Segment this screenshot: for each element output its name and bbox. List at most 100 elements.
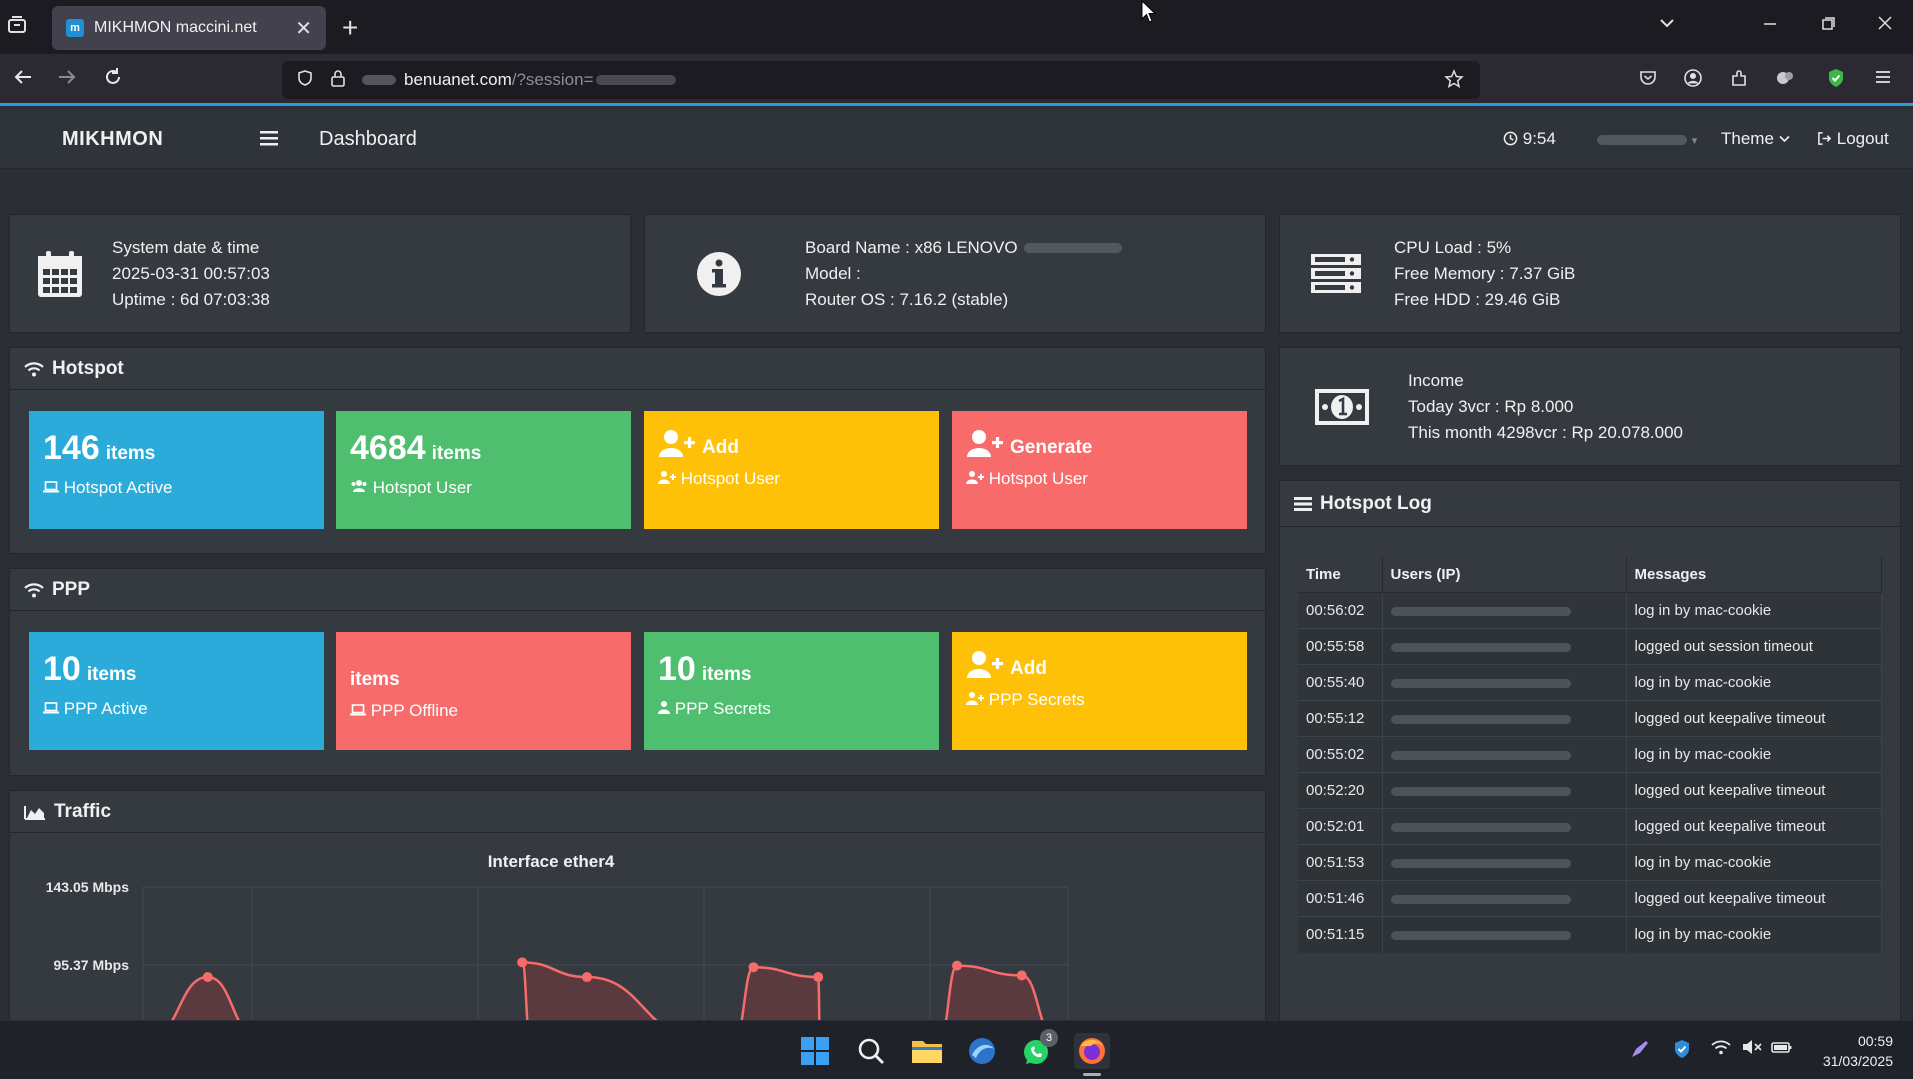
log-user <box>1382 916 1627 953</box>
bookmark-star-icon[interactable] <box>1444 69 1464 95</box>
log-user <box>1382 592 1627 629</box>
chevron-down-icon <box>1779 135 1790 143</box>
back-icon[interactable] <box>12 66 34 95</box>
browser-tab-active[interactable]: m MIKHMON maccini.net ✕ <box>52 6 326 50</box>
resource-card: CPU Load : 5% Free Memory : 7.37 GiB Fre… <box>1279 214 1901 333</box>
log-time: 00:51:53 <box>1298 844 1383 881</box>
system-datetime-label: System date & time <box>112 237 260 257</box>
menu-icon[interactable] <box>1874 68 1892 92</box>
shield-icon[interactable] <box>296 69 314 92</box>
generate-hotspot-title: Generate <box>1010 437 1093 458</box>
redacted-user-ip <box>1390 750 1571 760</box>
chart-point[interactable] <box>202 972 213 983</box>
pen-icon[interactable] <box>1630 1039 1650 1064</box>
chart-point[interactable] <box>952 960 962 971</box>
hotspot-user-tile[interactable]: 4684 items Hotspot User <box>336 411 631 529</box>
generate-hotspot-user-tile[interactable]: Generate Hotspot User <box>952 411 1247 529</box>
traffic-header: Traffic <box>10 791 1265 833</box>
table-row: 00:55:12 logged out keepalive timeout <box>1298 700 1882 737</box>
firefox-icon[interactable] <box>1074 1033 1110 1069</box>
add-hotspot-title: Add <box>702 437 739 458</box>
new-tab-button[interactable]: + <box>342 12 358 44</box>
log-time: 00:56:02 <box>1298 592 1383 629</box>
ppp-secrets-count: 10 <box>658 650 696 688</box>
hotspot-user-unit: items <box>431 443 482 464</box>
wifi-tray-icon[interactable] <box>1711 1039 1731 1060</box>
battery-icon[interactable] <box>1771 1039 1793 1060</box>
mouse-cursor-icon <box>1141 0 1157 23</box>
forward-icon[interactable] <box>56 66 78 95</box>
tab-overflow-icon[interactable] <box>1658 14 1676 38</box>
url-domain: benuanet.com <box>404 70 512 89</box>
add-ppp-secret-tile[interactable]: Add PPP Secrets <box>952 632 1247 750</box>
log-message: logged out session timeout <box>1626 628 1882 665</box>
ppp-active-tile[interactable]: 10 items PPP Active <box>29 632 324 750</box>
list-icon <box>1294 496 1312 511</box>
url-bar[interactable]: benuanet.com/?session= <box>282 61 1480 99</box>
extension-puzzle-icon[interactable] <box>1775 68 1795 94</box>
search-icon[interactable] <box>853 1033 889 1069</box>
pocket-icon[interactable] <box>1638 68 1658 94</box>
system-datetime-card: System date & time 2025-03-31 00:57:03 U… <box>9 214 631 333</box>
log-message: log in by mac-cookie <box>1626 592 1882 629</box>
browser-app-icon[interactable] <box>964 1033 1000 1069</box>
brand-logo[interactable]: MIKHMON <box>62 128 163 151</box>
account-icon[interactable] <box>1683 68 1703 94</box>
board-name: Board Name : x86 LENOVO <box>805 237 1018 257</box>
add-hotspot-user-tile[interactable]: Add Hotspot User <box>644 411 939 529</box>
minimize-icon[interactable] <box>1762 14 1778 37</box>
page-title: Dashboard <box>319 128 417 150</box>
window-close-icon[interactable] <box>1877 14 1893 37</box>
sidebar-toggle-icon[interactable] <box>259 127 279 153</box>
redacted-user-ip <box>1390 894 1571 904</box>
chart-point[interactable] <box>813 972 824 983</box>
ppp-offline-tile[interactable]: items PPP Offline <box>336 632 631 750</box>
table-row: 00:51:53 log in by mac-cookie <box>1298 844 1882 881</box>
log-message: log in by mac-cookie <box>1626 844 1882 881</box>
income-today: Today 3vcr : Rp 8.000 <box>1408 396 1574 416</box>
reload-icon[interactable] <box>102 66 124 95</box>
chart-point[interactable] <box>582 972 592 983</box>
income-label: Income <box>1408 370 1464 390</box>
logout-button[interactable]: Logout <box>1817 129 1889 149</box>
resource-text: CPU Load : 5% Free Memory : 7.37 GiB Fre… <box>1394 235 1575 313</box>
lock-icon[interactable] <box>330 69 346 92</box>
chart-point[interactable] <box>517 957 528 968</box>
user-plus-icon <box>659 430 695 457</box>
chart-point[interactable] <box>1016 970 1027 981</box>
whatsapp-icon[interactable]: 3 <box>1019 1029 1058 1069</box>
log-user <box>1382 772 1627 809</box>
redacted-user-ip <box>1390 678 1571 688</box>
security-shield-icon[interactable] <box>1672 1039 1692 1064</box>
user-plus-small-icon <box>658 471 676 484</box>
ppp-secrets-tile[interactable]: 10 items PPP Secrets <box>644 632 939 750</box>
hotspot-active-count: 146 <box>43 429 100 467</box>
log-user <box>1382 700 1627 737</box>
redacted-user-ip <box>1390 786 1571 796</box>
tab-list-icon[interactable] <box>6 14 34 42</box>
file-explorer-icon[interactable] <box>909 1033 945 1069</box>
tab-close-icon[interactable]: ✕ <box>295 16 312 41</box>
log-time: 00:52:01 <box>1298 808 1383 845</box>
cpu-load: CPU Load : 5% <box>1394 237 1512 257</box>
col-time: Time <box>1298 557 1383 593</box>
theme-dropdown[interactable]: Theme <box>1721 129 1790 149</box>
log-message: logged out keepalive timeout <box>1626 808 1882 845</box>
session-selector[interactable]: ▾ <box>1597 129 1697 149</box>
clock-date: 31/03/2025 <box>1822 1053 1893 1069</box>
hotspot-user-count: 4684 <box>350 429 426 467</box>
adblock-shield-icon[interactable] <box>1826 68 1846 94</box>
extensions-icon[interactable] <box>1729 68 1749 94</box>
hotspot-active-tile[interactable]: 146 items Hotspot Active <box>29 411 324 529</box>
volume-muted-icon[interactable] <box>1742 1039 1762 1060</box>
taskbar-clock[interactable]: 00:59 31/03/2025 <box>1823 1031 1893 1071</box>
redacted-user-ip <box>1390 642 1571 652</box>
chart-point[interactable] <box>748 962 759 973</box>
hotspot-active-label: Hotspot Active <box>63 478 173 497</box>
income-card: Income Today 3vcr : Rp 8.000 This month … <box>1279 347 1901 466</box>
hotspot-log-header: Hotspot Log <box>1280 481 1900 527</box>
restore-icon[interactable] <box>1820 14 1836 37</box>
user-secret-icon <box>658 701 670 714</box>
windows-start-icon[interactable] <box>797 1033 833 1069</box>
tab-title: MIKHMON maccini.net <box>94 19 257 36</box>
